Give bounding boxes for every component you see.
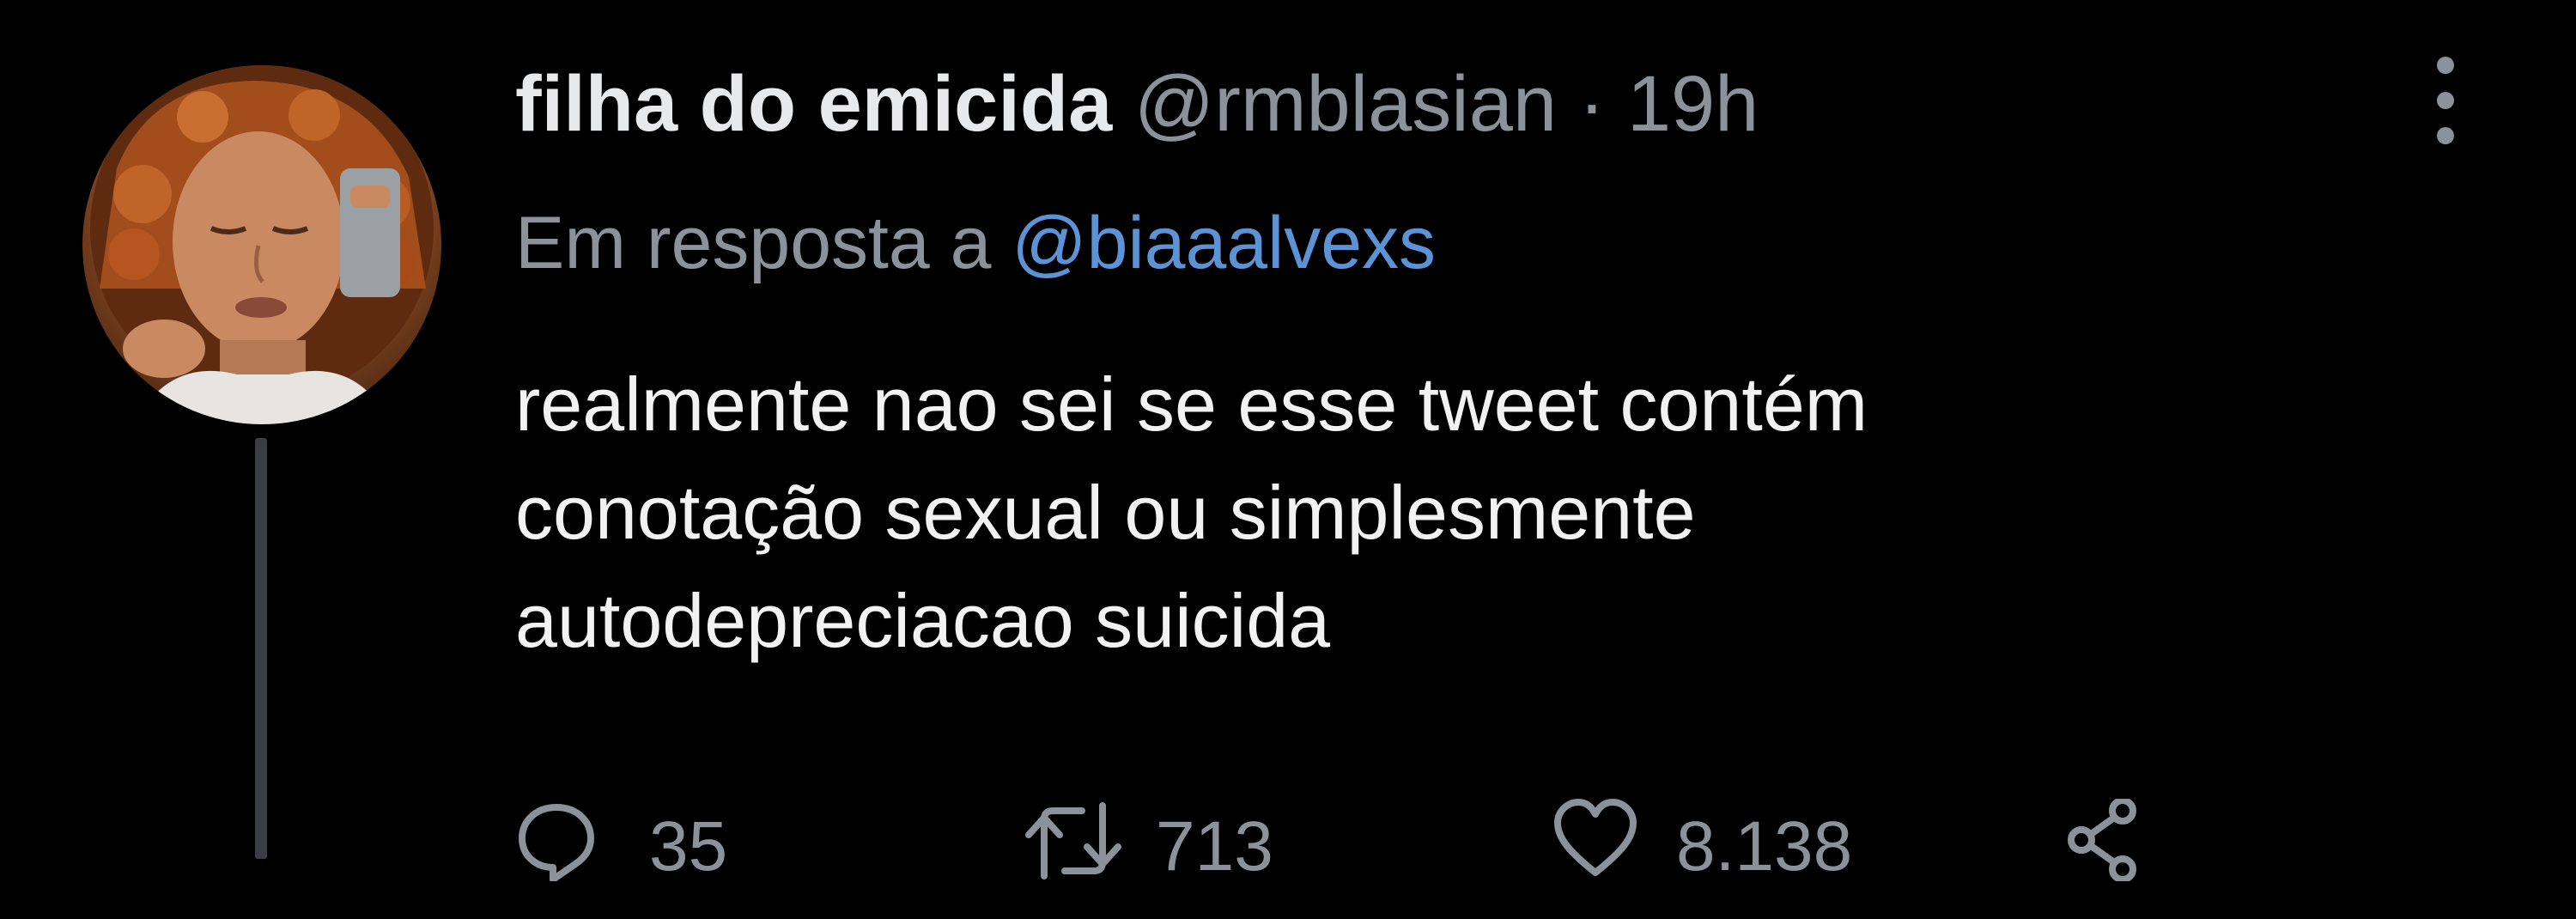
tweet-text-line: conotação sexual ou simplesmente: [515, 470, 1696, 555]
retweet-button[interactable]: 713: [1022, 799, 1273, 919]
reply-count: 35: [649, 807, 728, 886]
action-bar: 35 713 8.138: [515, 799, 2233, 919]
reply-to-handle[interactable]: @biaaalvexs: [1012, 202, 1436, 284]
author-handle[interactable]: @rmblasian: [1134, 60, 1557, 148]
share-button[interactable]: [2066, 799, 2143, 919]
tweet-text: realmente nao sei se esse tweet contém c…: [515, 350, 2490, 675]
avatar-image: [90, 65, 434, 424]
tweet-time[interactable]: 19h: [1627, 60, 1759, 148]
header-separator: ·: [1578, 60, 1606, 148]
tweet-header: filha do emicida @rmblasian · 19h: [515, 57, 1759, 151]
tweet-text-line: autodepreciacao suicida: [515, 578, 1331, 663]
retweet-count: 713: [1156, 807, 1273, 886]
reply-context: Em resposta a @biaaalvexs: [515, 196, 1436, 290]
tweet-text-line: realmente nao sei se esse tweet contém: [515, 362, 1868, 447]
retweet-icon: [1025, 802, 1121, 879]
reply-prefix: Em resposta a: [515, 202, 992, 284]
share-icon: [2068, 799, 2136, 881]
like-count: 8.138: [1676, 807, 1853, 886]
reply-button[interactable]: 35: [515, 799, 727, 919]
heart-icon: [1554, 799, 1637, 876]
reply-icon: [519, 804, 594, 881]
thread-line: [255, 438, 267, 859]
avatar[interactable]: [82, 65, 441, 424]
more-vertical-icon[interactable]: [2420, 53, 2471, 148]
author-display-name[interactable]: filha do emicida: [515, 60, 1112, 148]
like-button[interactable]: 8.138: [1552, 799, 1852, 919]
